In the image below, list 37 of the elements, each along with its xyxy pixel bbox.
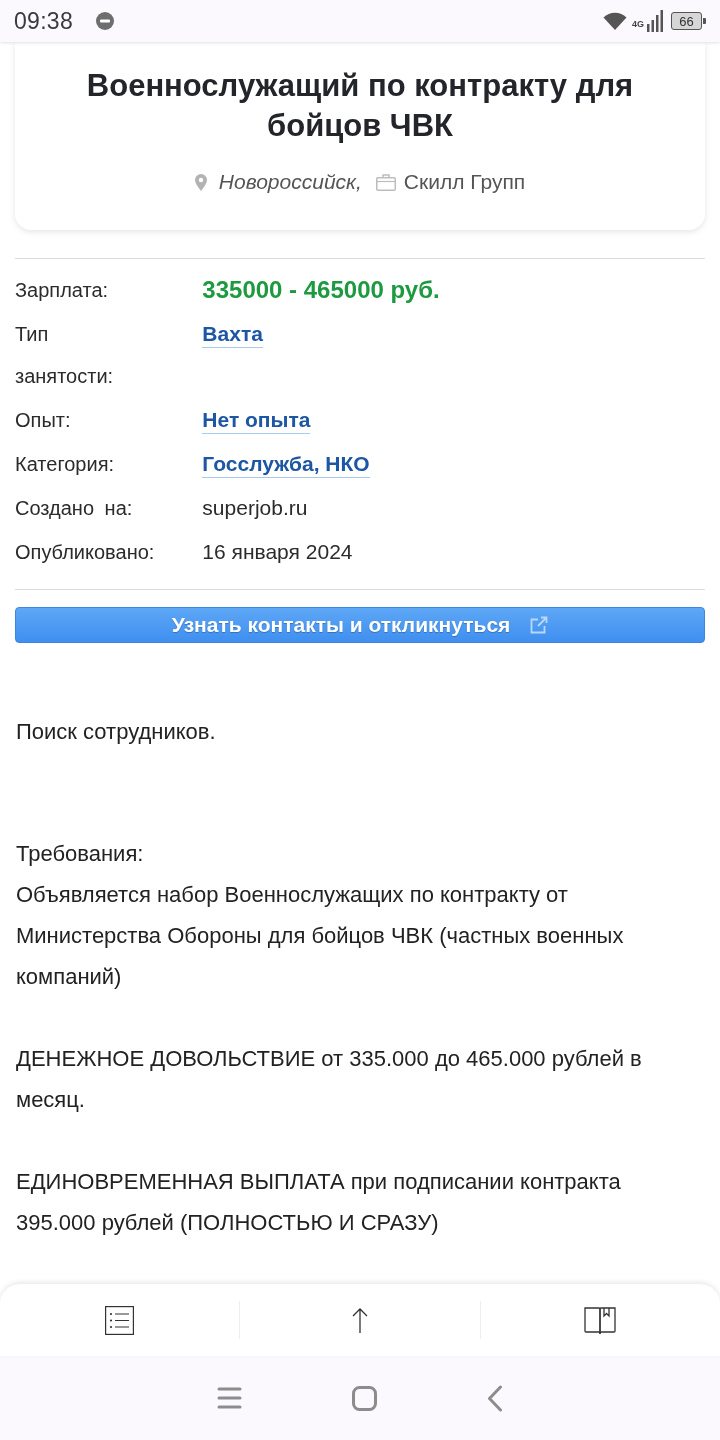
- description-text: ЕДИНОВРЕМЕННАЯ ВЫПЛАТА при подписании контракта 395.000 рублей (ПОЛНОСТЬЮ И СРАЗУ): [16, 1168, 622, 1237]
- home-button[interactable]: [352, 1385, 377, 1411]
- description-text: Требования:: [16, 840, 145, 868]
- company-name: Скилл Групп: [403, 170, 526, 194]
- vacancy-title: Военнослужащий по контракту для бойцов ЧВК: [85, 67, 635, 145]
- back-button[interactable]: [487, 1384, 503, 1412]
- detail-label: Опыт:: [15, 408, 71, 433]
- description-text: Поиск сотрудников.: [16, 718, 217, 746]
- arrow-up-icon: [352, 1307, 368, 1333]
- description-text: ДЕНЕЖНОЕ ДОВОЛЬСТВИЕ от 335.000 до 465.000 рублей в месяц.: [16, 1045, 643, 1114]
- signal-icon: [647, 10, 664, 32]
- salary-value: 335000 - 465000 руб.: [202, 275, 440, 305]
- menu-icon: [217, 1387, 242, 1409]
- detail-label: Категория:: [15, 452, 115, 477]
- description-text: Объявляется набор Военнослужащих по контракту от Министерства Обороны для бойцов ЧВК (частных военных компаний): [16, 881, 625, 991]
- detail-label: Создано на:: [15, 496, 133, 521]
- detail-link[interactable]: Госслужба, НКО: [202, 451, 370, 478]
- home-square-icon: [352, 1385, 377, 1411]
- detail-value: 16 января 2024: [202, 539, 353, 565]
- status-time: 09:38: [14, 7, 74, 35]
- detail-label: Тип занятости:: [15, 322, 115, 389]
- network-type-label: 4G: [632, 19, 644, 29]
- detail-label: Опубликовано:: [15, 540, 155, 565]
- book-bookmark-icon: [584, 1305, 617, 1335]
- detail-link[interactable]: Вахта: [202, 321, 263, 348]
- recent-apps-button[interactable]: [217, 1387, 242, 1409]
- location-text: Новороссийск,: [218, 170, 362, 194]
- wifi-icon: [603, 11, 627, 31]
- external-link-icon: [530, 616, 549, 634]
- detail-label: Зарплата:: [15, 278, 109, 303]
- list-icon: [105, 1305, 135, 1335]
- briefcase-icon: [375, 173, 396, 191]
- detail-link[interactable]: Нет опыта: [202, 407, 311, 434]
- map-pin-icon: [194, 173, 207, 191]
- detail-value: superjob.ru: [202, 495, 308, 521]
- notification-icon: [96, 12, 115, 30]
- chevron-left-icon: [487, 1384, 503, 1412]
